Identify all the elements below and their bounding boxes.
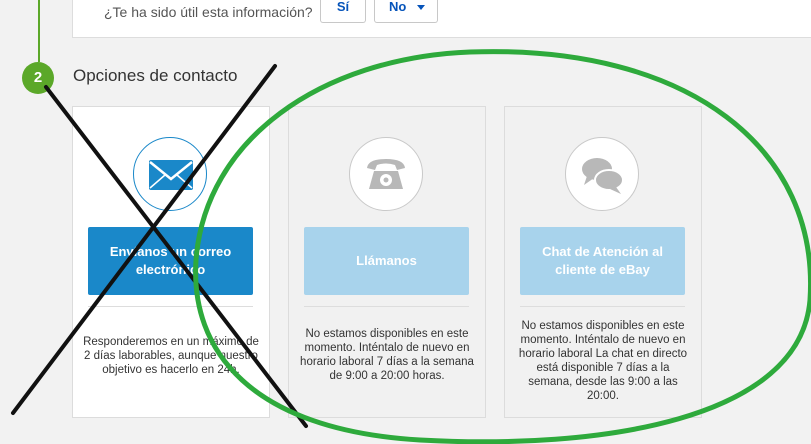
card-divider xyxy=(520,306,685,307)
call-us-button[interactable]: Llámanos xyxy=(304,227,469,295)
feedback-no-label: No xyxy=(389,0,407,14)
contact-card-email: Envíanos un correo electrónico Responder… xyxy=(72,106,270,418)
feedback-question: ¿Te ha sido útil esta información? xyxy=(104,4,313,20)
card-divider xyxy=(88,306,253,307)
contact-card-chat: Chat de Atención al cliente de eBay No e… xyxy=(504,106,702,418)
chat-description: No estamos disponibles en este momento. … xyxy=(518,320,688,402)
phone-description: No estamos disponibles en este momento. … xyxy=(300,328,474,382)
card-divider xyxy=(304,306,469,307)
email-us-button[interactable]: Envíanos un correo electrónico xyxy=(88,227,253,295)
step-number-badge: 2 xyxy=(22,62,54,94)
chat-icon xyxy=(565,137,639,211)
section-title: Opciones de contacto xyxy=(73,66,238,85)
step-timeline-line xyxy=(38,0,40,62)
phone-icon xyxy=(349,137,423,211)
feedback-yes-button[interactable]: Sí xyxy=(320,0,366,23)
envelope-icon xyxy=(133,137,207,211)
feedback-no-dropdown[interactable]: No xyxy=(374,0,438,23)
caret-down-icon xyxy=(417,5,425,10)
email-description: Responderemos en un máximo de 2 días lab… xyxy=(83,336,259,376)
chat-button[interactable]: Chat de Atención al cliente de eBay xyxy=(520,227,685,295)
feedback-bar: ¿Te ha sido útil esta información? Sí No xyxy=(72,0,811,38)
contact-card-phone: Llámanos No estamos disponibles en este … xyxy=(288,106,486,418)
